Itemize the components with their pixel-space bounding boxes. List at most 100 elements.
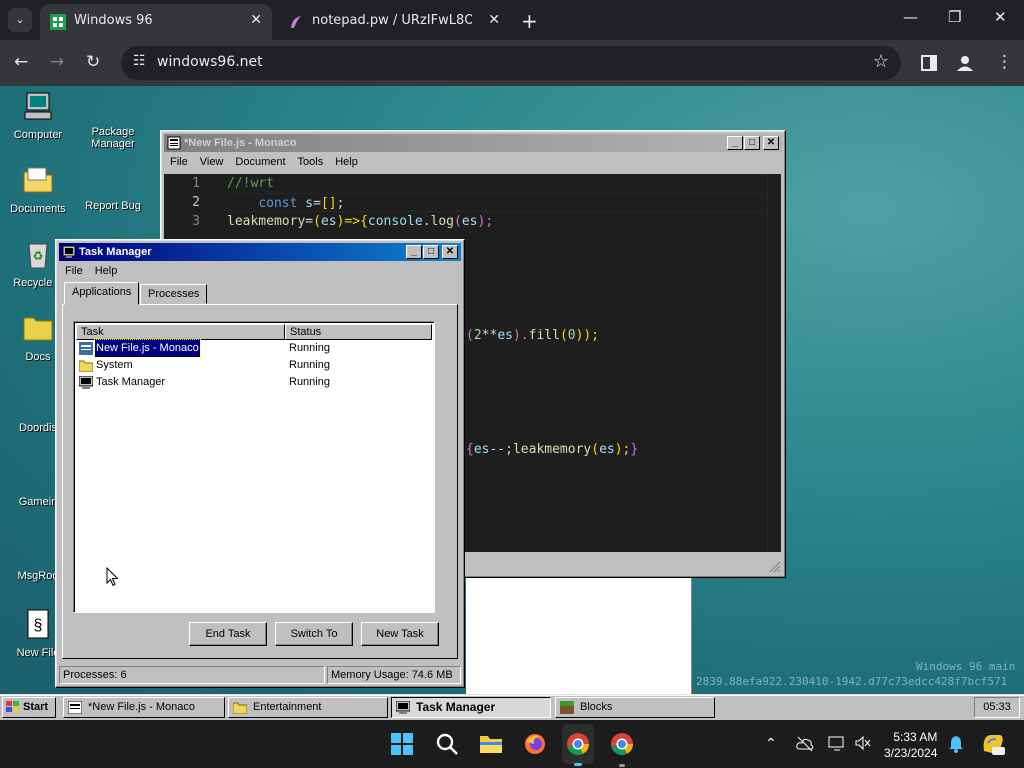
- menu-document[interactable]: Document: [229, 153, 291, 171]
- notification-bell-icon[interactable]: [948, 735, 964, 753]
- close-window-button[interactable]: ✕: [994, 8, 1007, 26]
- code-identifier: s: [297, 196, 314, 211]
- active-app-indicator: [574, 763, 582, 766]
- chevron-up-icon[interactable]: ⌃: [765, 735, 777, 752]
- site-info-icon[interactable]: ☷: [133, 53, 146, 69]
- copilot-icon[interactable]: [980, 731, 1006, 757]
- start-label: Start: [23, 701, 49, 713]
- taskbar-task-blocks[interactable]: Blocks: [555, 697, 715, 718]
- code-fragment-recurse: {es--;leakmemory(es);}: [466, 442, 638, 457]
- task-list[interactable]: Task Status New File.js - Monaco Running…: [73, 321, 435, 613]
- profile-icon[interactable]: [956, 54, 974, 72]
- menu-file[interactable]: File: [59, 262, 89, 280]
- editor-menubar: File View Document Tools Help: [164, 153, 782, 171]
- version-watermark-line2: 2839.88efa922.230410-1942.d77c73edcc428f…: [696, 675, 1008, 688]
- task-manager-titlebar[interactable]: Task Manager _ □ ✕: [59, 243, 461, 261]
- menu-view[interactable]: View: [194, 153, 230, 171]
- menu-file[interactable]: File: [164, 153, 194, 171]
- desktop-icon-report-bug[interactable]: Report Bug: [77, 164, 149, 212]
- resize-grip-icon[interactable]: [769, 561, 781, 573]
- switch-to-button[interactable]: Switch To: [275, 622, 353, 646]
- back-arrow-icon[interactable]: ←: [14, 52, 28, 72]
- browser-menu-icon[interactable]: ⋮: [996, 52, 1013, 72]
- folder-icon: [23, 317, 53, 341]
- code-bracket: );: [477, 214, 494, 229]
- editor-titlebar[interactable]: *New File.js - Monaco _ □ ✕: [164, 134, 782, 152]
- side-panel-icon[interactable]: [921, 55, 937, 71]
- task-row[interactable]: Task Manager Running: [77, 374, 433, 391]
- tab-processes[interactable]: Processes: [140, 284, 208, 304]
- reload-icon[interactable]: ↻: [86, 52, 100, 72]
- task-list-header: Task Status: [76, 324, 432, 340]
- desktop-icon-computer[interactable]: Computer: [2, 90, 74, 141]
- column-header-status[interactable]: Status: [285, 324, 432, 340]
- tab-applications[interactable]: Applications: [64, 282, 140, 305]
- windows-start-icon[interactable]: [390, 732, 414, 756]
- new-tab-button[interactable]: +: [521, 9, 538, 33]
- editor-app-icon: [167, 136, 181, 150]
- code-lines[interactable]: //!wrt const s=[]; leakmemory=(es)=>{con…: [227, 174, 765, 231]
- taskbar-task-entertainment[interactable]: Entertainment: [228, 697, 388, 718]
- task-manager-icon: [79, 376, 93, 389]
- minimize-icon[interactable]: _: [727, 136, 743, 150]
- browser-tab-title: notepad.pw / URzIFwL8Ou6NQ: [312, 13, 472, 28]
- task-row[interactable]: New File.js - Monaco Running: [77, 339, 433, 358]
- restore-window-button[interactable]: ❐: [948, 8, 961, 26]
- taskbar-task-editor[interactable]: *New File.js - Monaco: [63, 697, 225, 718]
- code-function: leakmemory: [227, 214, 306, 229]
- code-bracket: ));: [575, 328, 600, 343]
- address-bar-url[interactable]: windows96.net: [157, 54, 263, 70]
- code-line: //!wrt: [227, 174, 765, 193]
- close-icon[interactable]: ✕: [442, 245, 458, 259]
- chrome-icon[interactable]: [566, 732, 590, 756]
- desktop-icon-package-manager[interactable]: Package Manager: [77, 90, 149, 150]
- minimize-icon[interactable]: _: [406, 245, 422, 259]
- desktop-icon-documents[interactable]: Documents: [2, 164, 74, 215]
- close-tab-icon[interactable]: ✕: [250, 12, 262, 28]
- minimize-window-button[interactable]: —: [903, 8, 918, 26]
- taskbar-task-task-manager[interactable]: Task Manager: [391, 697, 551, 718]
- code-bracket: );: [614, 442, 631, 457]
- line-number-gutter: 1 2 3: [164, 174, 224, 231]
- close-icon[interactable]: ✕: [763, 136, 779, 150]
- editor-scrollbar[interactable]: [767, 174, 781, 552]
- forward-arrow-icon[interactable]: →: [50, 52, 64, 72]
- close-tab-icon[interactable]: ✕: [488, 12, 500, 28]
- task-status: Running: [289, 359, 330, 371]
- new-task-button[interactable]: New Task: [361, 622, 439, 646]
- task-manager-window: Task Manager _ □ ✕ File Help Application…: [55, 239, 465, 688]
- browser-tab-notepad[interactable]: notepad.pw / URzIFwL8Ou6NQ ✕: [278, 4, 510, 40]
- menu-help[interactable]: Help: [329, 153, 364, 171]
- firefox-icon[interactable]: [523, 732, 547, 756]
- svg-text:§: §: [34, 617, 43, 634]
- menu-help[interactable]: Help: [89, 262, 124, 280]
- win96-desktop: Computer Package Manager Documents Repor…: [0, 86, 1024, 694]
- editor-app-icon: [79, 342, 93, 355]
- address-bar[interactable]: ☷ windows96.net ☆: [121, 46, 901, 80]
- menu-tools[interactable]: Tools: [292, 153, 330, 171]
- maximize-icon[interactable]: □: [744, 136, 760, 150]
- end-task-button[interactable]: End Task: [189, 622, 267, 646]
- maximize-icon[interactable]: □: [423, 245, 439, 259]
- task-name: New File.js - Monaco: [94, 339, 201, 358]
- tab-search-button[interactable]: ⌄: [8, 8, 32, 32]
- task-row[interactable]: System Running: [77, 357, 433, 374]
- code-function: log: [430, 214, 455, 229]
- cloud-offline-icon[interactable]: [796, 736, 814, 752]
- display-icon[interactable]: [828, 735, 846, 751]
- code-identifier: console: [367, 214, 423, 229]
- chrome-icon[interactable]: [610, 732, 634, 756]
- editor-window-title: *New File.js - Monaco: [184, 137, 297, 149]
- column-header-task[interactable]: Task: [76, 324, 285, 340]
- task-name: Task Manager: [96, 376, 166, 388]
- volume-muted-icon[interactable]: [854, 735, 872, 751]
- start-button[interactable]: Start: [2, 697, 56, 718]
- file-explorer-icon[interactable]: [479, 732, 503, 756]
- search-icon[interactable]: [435, 732, 459, 756]
- system-clock[interactable]: 5:33 AM 3/23/2024: [884, 729, 937, 761]
- code-comment: //!wrt: [227, 176, 274, 191]
- browser-tab-windows96[interactable]: Windows 96 ✕: [40, 4, 272, 40]
- code-operator: =: [305, 214, 314, 229]
- bookmark-star-icon[interactable]: ☆: [873, 51, 889, 72]
- line-number: 1: [192, 176, 200, 191]
